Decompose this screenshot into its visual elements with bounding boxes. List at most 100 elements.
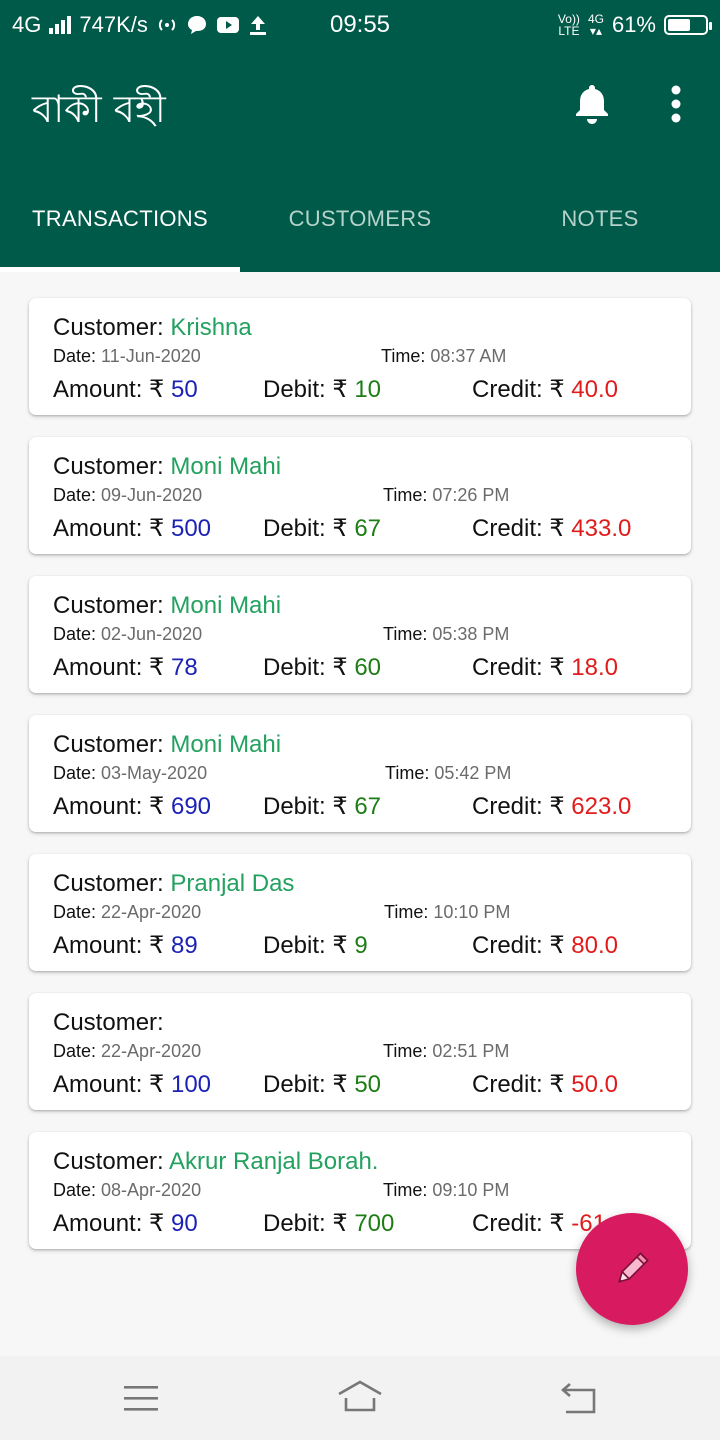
date-value: 22-Apr-2020 [101,1041,202,1061]
app-bar: বাকী বহী TRANSACTIONS CUSTOMERS NOTES [0,50,720,272]
time-cell: Time: 05:42 PM [385,763,511,784]
tab-customers[interactable]: CUSTOMERS [240,200,480,272]
time-label: Time: [383,624,433,644]
date-label: Date: [53,1041,102,1061]
date-label: Date: [53,485,102,505]
tab-transactions[interactable]: TRANSACTIONS [0,200,240,272]
customer-name: Moni Mahi [170,453,282,480]
time-cell: Time: 08:37 AM [381,346,506,367]
credit-value: 623.0 [571,793,632,820]
time-value: 02:51 PM [432,1041,510,1061]
debit-label: Debit: ₹ [263,1210,355,1237]
time-label: Time: [381,346,431,366]
customer-name: Akrur Ranjal Borah. [169,1148,379,1175]
customer-line: Customer: Krishna [53,314,252,342]
back-icon[interactable] [554,1376,604,1420]
network-4g-indicator: 4G ▾▴ [587,12,604,38]
time-label: Time: [383,1041,433,1061]
bell-icon[interactable] [572,82,612,126]
customer-label: Customer: [53,592,171,619]
credit-value: 433.0 [571,515,632,542]
time-cell: Time: 05:38 PM [383,624,509,645]
debit-value: 67 [354,515,382,542]
customer-line: Customer: Moni Mahi [53,592,281,620]
debit-value: 60 [354,654,382,681]
time-value: 07:26 PM [432,485,510,505]
pencil-icon [618,1252,649,1283]
customer-name: Moni Mahi [170,731,282,758]
time-cell: Time: 10:10 PM [384,902,510,923]
credit-label: Credit: ₹ [472,1210,572,1237]
more-vertical-icon[interactable] [660,84,692,124]
add-transaction-button[interactable] [576,1213,688,1325]
transaction-card[interactable]: Customer: Moni Mahi Date: 09-Jun-2020 Ti… [29,437,691,554]
menu-icon[interactable] [116,1376,166,1420]
amount-value: 100 [170,1071,212,1098]
tab-notes[interactable]: NOTES [480,200,720,272]
debit-value: 10 [354,376,382,403]
amount-label: Amount: ₹ [53,793,171,820]
credit-value: 40.0 [571,376,619,403]
time-value: 05:38 PM [432,624,510,644]
debit-value: 50 [354,1071,382,1098]
time-label: Time: [383,1180,433,1200]
transaction-list: Customer: Krishna Date: 11-Jun-2020 Time… [29,298,691,1271]
amount-value: 500 [170,515,212,542]
customer-line: Customer: Moni Mahi [53,453,281,481]
debit-label: Debit: ₹ [263,654,355,681]
time-value: 05:42 PM [434,763,512,783]
time-cell: Time: 02:51 PM [383,1041,509,1062]
app-title: বাকী বহী [32,87,166,131]
tab-bar: TRANSACTIONS CUSTOMERS NOTES [0,200,720,272]
transaction-card[interactable]: Customer: Date: 22-Apr-2020 Time: 02:51 … [29,993,691,1110]
amount-value: 90 [170,1210,198,1237]
amount-label: Amount: ₹ [53,932,171,959]
time-label: Time: [383,485,433,505]
customer-line: Customer: Moni Mahi [53,731,281,759]
date-label: Date: [53,624,102,644]
date-label: Date: [53,1180,102,1200]
amount-value: 50 [170,376,198,403]
credit-value: 18.0 [571,654,619,681]
credit-label: Credit: ₹ [472,376,572,403]
date-value: 02-Jun-2020 [101,624,203,644]
transaction-card[interactable]: Customer: Moni Mahi Date: 02-Jun-2020 Ti… [29,576,691,693]
time-value: 09:10 PM [432,1180,510,1200]
debit-label: Debit: ₹ [263,515,355,542]
date-value: 09-Jun-2020 [101,485,203,505]
date-value: 11-Jun-2020 [101,346,201,366]
debit-label: Debit: ₹ [263,793,355,820]
time-cell: Time: 07:26 PM [383,485,509,506]
amount-label: Amount: ₹ [53,1071,171,1098]
time-cell: Time: 09:10 PM [383,1180,509,1201]
amount-value: 690 [170,793,212,820]
customer-line: Customer: Akrur Ranjal Borah. [53,1148,378,1176]
credit-value: 50.0 [571,1071,619,1098]
debit-value: 9 [354,932,368,959]
transaction-card[interactable]: Customer: Pranjal Das Date: 22-Apr-2020 … [29,854,691,971]
customer-line: Customer: [53,1009,164,1037]
credit-label: Credit: ₹ [472,1071,572,1098]
credit-label: Credit: ₹ [472,793,572,820]
date-label: Date: [53,763,102,783]
transaction-card[interactable]: Customer: Krishna Date: 11-Jun-2020 Time… [29,298,691,415]
credit-label: Credit: ₹ [472,654,572,681]
date-value: 22-Apr-2020 [101,902,202,922]
customer-name: Krishna [170,314,252,341]
debit-label: Debit: ₹ [263,1071,355,1098]
customer-label: Customer: [53,1009,164,1036]
customer-name: Pranjal Das [170,870,295,897]
amount-value: 89 [170,932,198,959]
date-value: 08-Apr-2020 [101,1180,202,1200]
amount-label: Amount: ₹ [53,1210,171,1237]
debit-label: Debit: ₹ [263,932,355,959]
date-label: Date: [53,902,102,922]
time-value: 08:37 AM [430,346,507,366]
battery-icon [664,15,712,35]
transaction-card[interactable]: Customer: Moni Mahi Date: 03-May-2020 Ti… [29,715,691,832]
time-value: 10:10 PM [433,902,511,922]
credit-label: Credit: ₹ [472,932,572,959]
customer-line: Customer: Pranjal Das [53,870,294,898]
status-bar: 4G 747K/s 09:55 Vo)) LTE 4G ▾▴ 61% [0,0,720,50]
home-icon[interactable] [335,1376,385,1420]
